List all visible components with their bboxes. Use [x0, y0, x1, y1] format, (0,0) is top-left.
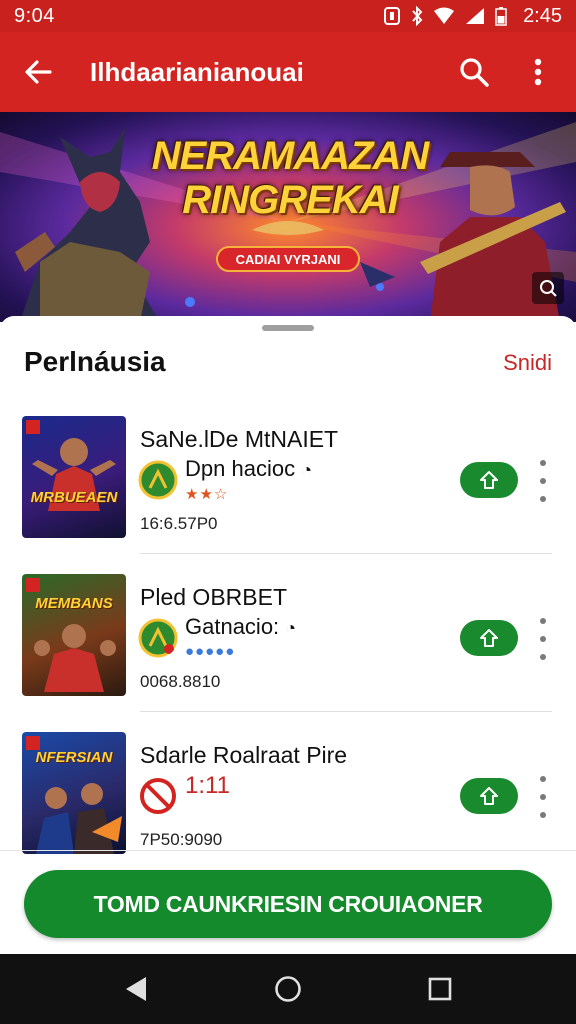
status-icons: 2:45: [383, 5, 562, 28]
banner-title-line2: RINGREKAI: [182, 178, 398, 222]
banner-subtitle: CADIAI VYRJANI: [216, 246, 360, 272]
overflow-menu-button[interactable]: [516, 50, 560, 94]
nav-back-icon: [126, 977, 146, 1001]
app-name: Sdarle Roalraat Pire: [140, 742, 348, 768]
install-icon: [480, 787, 498, 805]
app-title: Ilhdaarianianouai: [90, 56, 304, 87]
app-rating: ★★☆: [185, 486, 229, 503]
banner-title-line1: NERAMAAZAN: [151, 134, 430, 178]
app-thumbnail: MRBUEAEN: [22, 416, 126, 538]
section-title: Perlnáusia: [24, 346, 166, 377]
install-button[interactable]: [460, 462, 518, 498]
app-rating: ●●●●●: [185, 643, 236, 660]
primary-cta-button[interactable]: TOMD CAUNKRIESIN CROUIAONER: [24, 870, 552, 938]
list-item[interactable]: NFERSIAN Sdarle Roalraat Pire 1:11 7P50:…: [0, 732, 576, 872]
nav-home-icon: [275, 976, 301, 1002]
developer-label: Gatnacio:: [185, 614, 280, 639]
nav-recents-icon: [428, 977, 452, 1001]
install-button[interactable]: [460, 778, 518, 814]
status-time: 9:04: [14, 4, 55, 27]
install-icon: [480, 471, 498, 489]
system-nav-bar: [0, 954, 576, 1024]
nfc-icon: [384, 7, 401, 25]
nav-back-button[interactable]: [112, 965, 160, 1013]
item-more-button[interactable]: [530, 458, 556, 504]
app-meta: 7P50:9090: [140, 830, 223, 849]
list-item[interactable]: MRBUEAEN SaNe.lDe MtNAIET Dpn hacioc ◔ ★…: [0, 416, 576, 556]
divider: [140, 553, 552, 554]
status-clock: 2:45: [523, 4, 562, 27]
app-name: Pled OBRBET: [140, 584, 287, 610]
arrow-left-icon: [25, 60, 52, 84]
app-name: SaNe.lDe MtNAIET: [140, 426, 339, 452]
app-meta: 0068.8810: [140, 672, 221, 691]
thumbnail-title: MEMBANS: [35, 595, 113, 612]
bluetooth-icon: [412, 6, 423, 26]
wifi-icon: [434, 7, 455, 24]
list-item[interactable]: MEMBANS Pled OBRBET Gatnacio: ◔ ●●●●● 00…: [0, 574, 576, 714]
search-icon: [460, 58, 489, 87]
drag-handle[interactable]: [262, 325, 314, 331]
developer-badge-icon: [138, 618, 178, 658]
app-developer: Dpn hacioc ◔: [185, 456, 312, 482]
banner-zoom-button[interactable]: [532, 272, 564, 304]
install-icon: [480, 629, 498, 647]
app-developer: Gatnacio: ◔: [185, 614, 296, 640]
divider: [140, 711, 552, 712]
signal-icon: [466, 8, 485, 24]
app-thumbnail: NFERSIAN: [22, 732, 126, 854]
back-button[interactable]: [16, 50, 60, 94]
see-all-link[interactable]: Snidi: [503, 350, 552, 376]
item-more-button[interactable]: [530, 774, 556, 820]
item-more-button[interactable]: [530, 616, 556, 662]
zoom-icon: [540, 280, 557, 297]
thumbnail-art: [26, 578, 116, 692]
promo-banner[interactable]: NERAMAAZAN RINGREKAI CADIAI VYRJANI: [0, 112, 576, 322]
thumbnail-title: NFERSIAN: [35, 749, 113, 766]
thumbnail-title: MRBUEAEN: [30, 489, 118, 506]
clock-icon: ◔: [301, 460, 313, 480]
search-button[interactable]: [452, 50, 496, 94]
app-list-sheet: Perlnáusia Snidi MRBUEAEN SaNe.lDe MtNAI…: [0, 316, 576, 856]
banner-title: NERAMAAZAN RINGREKAI: [140, 134, 440, 222]
developer-label: 1:11: [185, 772, 230, 799]
nav-recents-button[interactable]: [416, 965, 464, 1013]
nav-home-button[interactable]: [264, 965, 312, 1013]
app-meta: 16:6.57P0: [140, 514, 218, 533]
divider: [0, 850, 576, 851]
more-vert-icon: [534, 58, 542, 86]
developer-label: Dpn hacioc: [185, 456, 296, 481]
blocked-badge-icon: [140, 778, 176, 814]
clock-icon: ◔: [285, 618, 297, 638]
battery-icon: [495, 7, 507, 26]
install-button[interactable]: [460, 620, 518, 656]
thumbnail-art: [26, 420, 116, 511]
app-thumbnail: MEMBANS: [22, 574, 126, 696]
app-developer: 1:11: [185, 772, 230, 800]
status-bar: 9:04 2:45: [0, 0, 576, 32]
app-bar: Ilhdaarianianouai: [0, 32, 576, 112]
developer-badge-icon: [138, 460, 178, 500]
